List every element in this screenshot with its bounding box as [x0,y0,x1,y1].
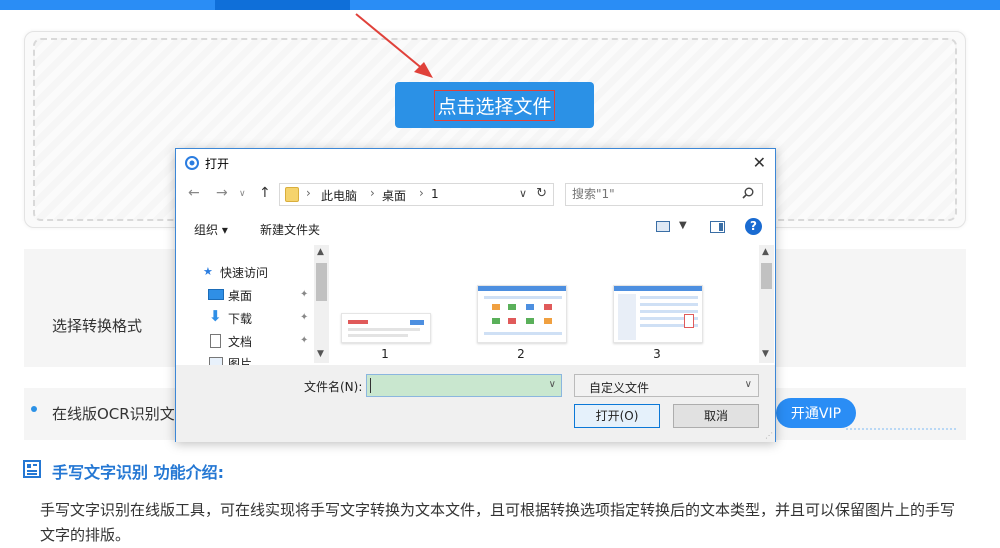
chevron-down-icon[interactable]: ∨ [519,187,527,200]
document-icon [23,460,41,478]
file-name: 1 [381,347,389,361]
dialog-toolbar: 组织 ▾ 新建文件夹 ▼ ? [176,215,775,241]
dialog-title: 打开 [205,157,230,171]
breadcrumb-desktop[interactable]: 桌面 [382,187,406,204]
tree-item-label: 下载 [228,312,253,326]
file-thumbnail [477,285,567,343]
tree-item-label: 桌面 [228,289,253,303]
tree-item-label: 快速访问 [220,266,269,280]
file-type-select[interactable]: 自定义文件 ∨ [574,374,759,397]
folder-icon [285,187,299,202]
tree-scroll-thumb[interactable] [316,263,327,301]
up-arrow-icon[interactable]: ↑ [259,185,271,201]
file-thumbnail [613,285,703,343]
top-nav-bar [0,0,1000,10]
preview-pane-icon[interactable] [710,221,725,233]
top-nav-active-tab[interactable] [215,0,350,10]
chevron-down-icon: ∨ [744,379,752,390]
decorative-wave [846,420,956,430]
filename-input[interactable] [371,378,531,393]
refresh-icon[interactable]: ↻ [536,186,547,201]
dialog-titlebar[interactable]: 打开 ✕ [176,149,775,177]
file-item[interactable]: 3 [603,255,711,365]
vip-button[interactable]: 开通VIP [776,398,856,428]
pin-icon: ✦ [300,312,309,323]
annotation-arrow [355,13,433,78]
app-icon [185,156,199,170]
pin-icon: ✦ [300,289,309,300]
file-list-scroll-thumb[interactable] [761,263,772,289]
navigation-row: ← → ∨ ↑ › 此电脑 › 桌面 › 1 ∨ ↻ [176,181,775,209]
chevron-right-icon: › [370,186,375,200]
search-icon[interactable] [742,187,754,199]
dialog-footer: 文件名(N): ∨ 自定义文件 ∨ 打开(O) 取消 ⋰ [176,365,775,442]
star-icon: ★ [203,265,213,278]
file-thumbnail [341,313,431,343]
scroll-down-icon[interactable]: ▼ [762,349,769,359]
search-input[interactable] [572,187,732,201]
open-file-dialog: 打开 ✕ ← → ∨ ↑ › 此电脑 › 桌面 › 1 ∨ ↻ 组织 ▾ 新建文… [175,148,776,442]
scroll-down-icon[interactable]: ▼ [317,349,324,359]
pin-icon: ✦ [300,335,309,346]
file-type-value: 自定义文件 [589,381,650,395]
chevron-right-icon: › [306,186,311,200]
chevron-down-icon[interactable]: ∨ [549,379,556,390]
help-icon[interactable]: ? [745,218,762,235]
new-folder-button[interactable]: 新建文件夹 [260,221,320,238]
download-icon: ⬇ [209,307,222,325]
chevron-right-icon: › [419,186,424,200]
choose-file-label: 点击选择文件 [434,89,555,121]
recent-dropdown-icon[interactable]: ∨ [239,189,246,199]
picture-icon [209,357,223,365]
ocr-text: 在线版OCR识别文 [52,405,175,423]
breadcrumb-this-pc[interactable]: 此电脑 [321,187,357,204]
feature-description: 手写文字识别在线版工具，可在线实现将手写文字转换为文本文件，且可根据转换选项指定… [40,501,956,544]
file-list: 1 2 3 [331,245,775,365]
address-bar[interactable]: › 此电脑 › 桌面 › 1 ∨ ↻ [279,183,554,206]
file-name: 2 [517,347,525,361]
feature-title: 手写文字识别 功能介绍: [52,463,224,482]
cancel-button[interactable]: 取消 [673,404,759,428]
view-dropdown-icon[interactable]: ▼ [679,220,687,231]
resize-grip-icon[interactable]: ⋰ [765,431,773,440]
tree-item-label: 文档 [228,335,253,349]
file-item[interactable]: 2 [467,255,575,365]
choose-file-button[interactable]: 点击选择文件 [395,82,594,128]
file-item[interactable]: 1 [331,255,439,365]
document-icon [210,334,221,348]
close-icon[interactable]: ✕ [753,153,766,172]
organize-menu[interactable]: 组织 ▾ [194,221,228,238]
format-label: 选择转换格式 [52,317,143,335]
desktop-icon [208,289,224,300]
tree-item-label: 图片 [228,357,253,365]
back-arrow-icon[interactable]: ← [188,185,200,201]
navigation-pane: ★ 快速访问 桌面 ✦ ⬇ 下载 ✦ 文档 ✦ 图片 ▲ ▼ [176,245,329,365]
bullet-icon [31,406,37,412]
filename-field[interactable]: ∨ [366,374,562,397]
file-name: 3 [653,347,661,361]
scroll-up-icon[interactable]: ▲ [762,247,769,257]
view-mode-icon[interactable] [656,221,670,232]
breadcrumb-folder-1[interactable]: 1 [431,187,439,201]
forward-arrow-icon[interactable]: → [216,185,228,201]
open-button[interactable]: 打开(O) [574,404,660,428]
search-box[interactable] [565,183,763,206]
scroll-up-icon[interactable]: ▲ [317,247,324,257]
filename-label: 文件名(N): [304,380,363,394]
